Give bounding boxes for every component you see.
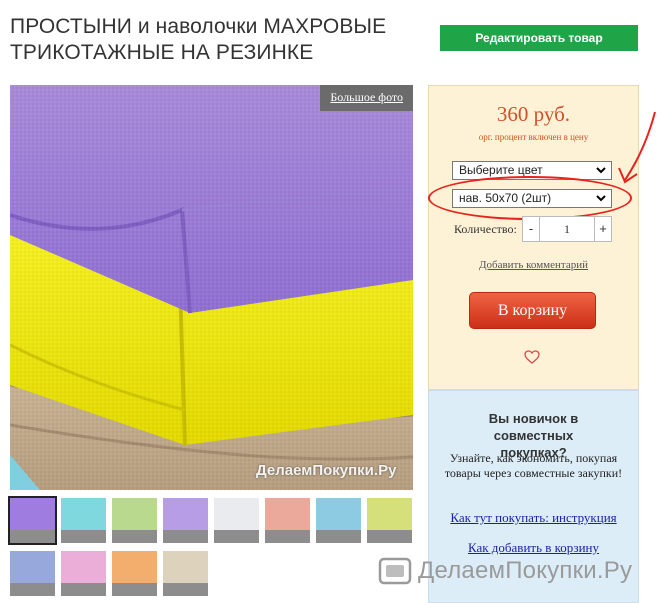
thumbnail-11[interactable]	[112, 551, 157, 596]
thumbnail-swatch	[163, 498, 208, 530]
thumbnail-swatch	[265, 498, 310, 530]
thumbnail-9[interactable]	[10, 551, 55, 596]
thumbnail-base	[112, 529, 157, 543]
thumbnail-10[interactable]	[61, 551, 106, 596]
site-logo-icon	[378, 557, 412, 585]
thumbnail-3[interactable]	[112, 498, 157, 543]
quantity-input[interactable]: 1	[540, 217, 594, 241]
quantity-label: Количество:	[454, 222, 517, 236]
thumbnail-8[interactable]	[367, 498, 412, 543]
thumbnail-swatch	[112, 551, 157, 583]
thumbnail-12[interactable]	[163, 551, 208, 596]
how-to-add-to-cart-link[interactable]: Как добавить в корзину	[428, 540, 639, 556]
thumbnail-base	[61, 529, 106, 543]
photo-watermark: ДелаемПокупки.Ру	[256, 462, 397, 479]
towels-illustration	[10, 85, 413, 490]
title-line-1: ПРОСТЫНИ и наволочки МАХРОВЫЕ	[10, 15, 387, 38]
thumbnail-base	[163, 529, 208, 543]
thumbnail-swatch	[10, 498, 55, 530]
thumbnail-base	[214, 529, 259, 543]
thumbnail-base	[10, 529, 55, 543]
thumbnail-swatch	[163, 551, 208, 583]
site-watermark-text: ДелаемПокупки.Ру	[418, 557, 633, 584]
thumbnail-swatch	[316, 498, 361, 530]
quantity-stepper: - 1 +	[522, 216, 612, 242]
thumbnail-4[interactable]	[163, 498, 208, 543]
chevron-down-icon	[596, 167, 606, 174]
thumbnail-7[interactable]	[316, 498, 361, 543]
main-product-photo[interactable]: Большое фото	[10, 85, 413, 490]
quantity-plus-button[interactable]: +	[594, 217, 611, 241]
thumbnail-swatch	[112, 498, 157, 530]
price: 360 руб.	[496, 102, 571, 126]
thumbnail-6[interactable]	[265, 498, 310, 543]
color-select-value: Выберите цвет	[459, 163, 543, 177]
edit-product-button[interactable]: Редактировать товар	[440, 25, 638, 51]
thumbnail-base	[112, 582, 157, 596]
thumbnail-base	[61, 582, 106, 596]
annotation-arrow-icon	[618, 111, 656, 184]
add-to-cart-button[interactable]: В корзину	[469, 292, 596, 329]
thumbnail-5[interactable]	[214, 498, 259, 543]
add-comment-link[interactable]: Добавить комментарий	[428, 259, 639, 271]
page-title: ПРОСТЫНИ и наволочки МАХРОВЫЕ ТРИКОТАЖНЫ…	[10, 14, 420, 66]
thumbnail-swatch	[214, 498, 259, 530]
thumbnail-base	[265, 529, 310, 543]
thumbnail-swatch	[10, 551, 55, 583]
site-watermark: ДелаемПокупки.Ру	[378, 557, 632, 585]
thumbnail-base	[316, 529, 361, 543]
thumbnail-swatch	[61, 498, 106, 530]
title-line-2: ТРИКОТАЖНЫЕ НА РЕЗИНКЕ	[10, 41, 314, 64]
quantity-minus-button[interactable]: -	[523, 217, 540, 241]
thumbnail-2[interactable]	[61, 498, 106, 543]
thumbnail-swatch	[61, 551, 106, 583]
how-to-buy-link[interactable]: Как тут покупать: инструкция	[428, 510, 639, 526]
thumbnail-swatch	[367, 498, 412, 530]
thumbnail-1[interactable]	[8, 496, 57, 545]
thumbnail-base	[10, 582, 55, 596]
price-note: орг. процент включен в цену	[478, 132, 589, 142]
thumbnail-base	[163, 582, 208, 596]
heart-icon[interactable]	[524, 350, 540, 364]
annotation-ellipse	[428, 176, 632, 220]
info-text: Узнайте, как экономить, покупая товары ч…	[444, 451, 623, 480]
thumbnail-base	[367, 529, 412, 543]
big-photo-link[interactable]: Большое фото	[320, 85, 413, 111]
